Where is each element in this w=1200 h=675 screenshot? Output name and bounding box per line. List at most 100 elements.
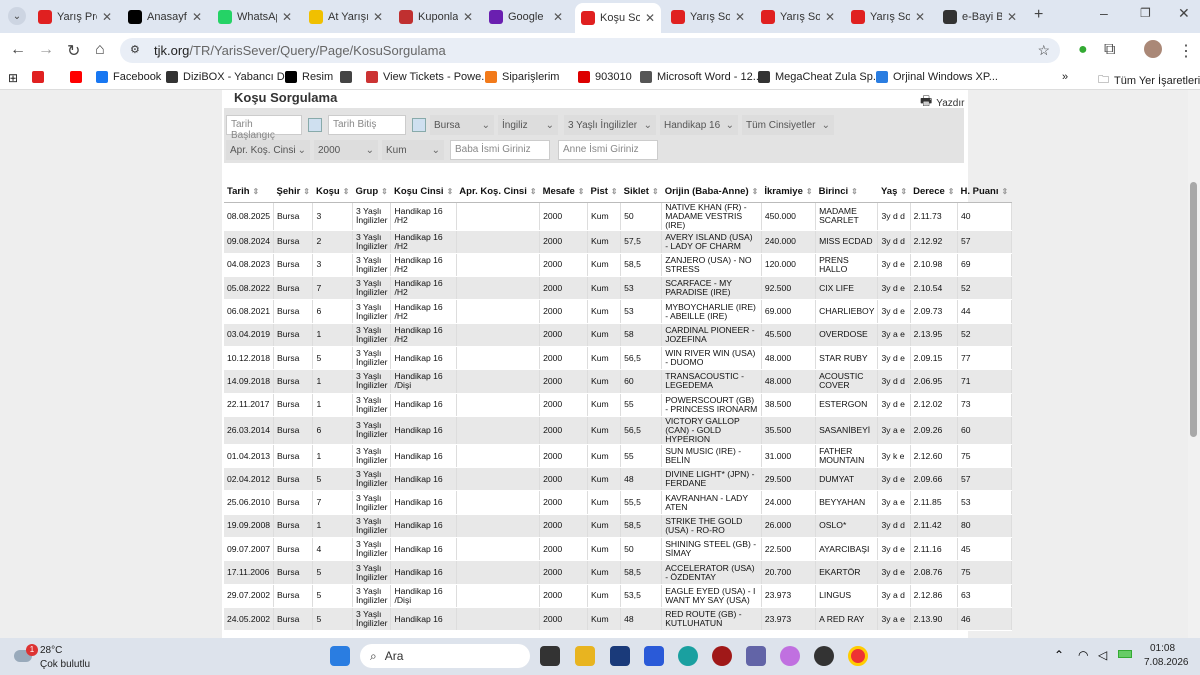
browser-tab[interactable]: Yarış Sor ✕: [665, 4, 751, 30]
column-header[interactable]: Siklet ⇕: [620, 182, 662, 203]
tab-search-button[interactable]: ⌄: [8, 7, 26, 25]
column-header[interactable]: Orijin (Baba-Anne) ⇕: [661, 182, 762, 203]
teams-icon[interactable]: [746, 646, 766, 666]
app-red-icon[interactable]: [712, 646, 732, 666]
table-row[interactable]: 17.11.2006 Bursa 5 3 Yaşlı İngilizler Handik…: [224, 560, 1012, 585]
apr-type-select[interactable]: Apr. Koş. Cinsi ⌄: [226, 140, 310, 160]
bookmark-item[interactable]: MegaCheat Zula Sp...: [758, 71, 882, 83]
bookmark-item[interactable]: 903010: [578, 71, 632, 83]
file-explorer-icon[interactable]: [575, 646, 595, 666]
close-tab-icon[interactable]: ✕: [463, 10, 473, 24]
column-header[interactable]: Birinci ⇕: [815, 182, 878, 203]
all-bookmarks-folder[interactable]: 🗀 Tüm Yer İşaretleri: [1098, 71, 1200, 90]
column-header[interactable]: Tarih ⇕: [224, 182, 274, 203]
bookmark-item[interactable]: View Tickets - Powe...: [366, 71, 490, 83]
browser-tab[interactable]: Yarış Sor ✕: [845, 4, 931, 30]
table-row[interactable]: 02.04.2012 Bursa 5 3 Yaşlı İngilizler Handik…: [224, 467, 1012, 492]
page-scrollbar[interactable]: [1188, 90, 1200, 638]
browser-tab[interactable]: Yarış Sor ✕: [755, 4, 841, 30]
browser-tab[interactable]: Google ✕: [483, 4, 569, 30]
group-select[interactable]: 3 Yaşlı İngilizler ⌄: [564, 115, 656, 135]
track-select[interactable]: Kum ⌄: [382, 140, 444, 160]
bookmark-item[interactable]: Facebook: [96, 71, 161, 83]
extensions-puzzle-icon[interactable]: ⧉: [1104, 41, 1115, 59]
battery-icon[interactable]: [1118, 650, 1132, 658]
site-info-icon[interactable]: ⚙: [130, 43, 140, 56]
new-tab-button[interactable]: +: [1034, 6, 1043, 24]
address-bar[interactable]: ⚙ tjk.org/TR/YarisSever/Query/Page/KosuS…: [120, 38, 1060, 63]
breed-select[interactable]: İngiliz ⌄: [498, 115, 558, 135]
chrome-icon[interactable]: [848, 646, 868, 666]
browser-tab[interactable]: e-Bayi B ✕: [937, 4, 1023, 30]
close-tab-icon[interactable]: ✕: [1007, 10, 1017, 24]
table-row[interactable]: 08.08.2025 Bursa 3 3 Yaşlı İngilizler Handik…: [224, 202, 1012, 231]
table-row[interactable]: 04.08.2023 Bursa 3 3 Yaşlı İngilizler Handik…: [224, 253, 1012, 278]
table-row[interactable]: 24.05.2002 Bursa 5 3 Yaşlı İngilizler Handik…: [224, 607, 1012, 632]
table-row[interactable]: 14.09.2018 Bursa 1 3 Yaşlı İngilizler Handik…: [224, 369, 1012, 394]
column-header[interactable]: Pist ⇕: [587, 182, 621, 203]
browser-tab[interactable]: Koşu Sor ✕: [575, 3, 661, 33]
scrollbar-thumb[interactable]: [1190, 182, 1197, 437]
wordpress-icon[interactable]: [814, 646, 834, 666]
table-row[interactable]: 19.09.2008 Bursa 1 3 Yaşlı İngilizler Handik…: [224, 514, 1012, 539]
bookmark-star-icon[interactable]: ☆: [1037, 42, 1050, 59]
back-icon[interactable]: ←: [10, 41, 26, 59]
column-header[interactable]: İkramiye ⇕: [761, 182, 816, 203]
menu-icon[interactable]: ⋮: [1178, 41, 1194, 61]
clock-time[interactable]: 01:08: [1150, 643, 1175, 654]
table-row[interactable]: 05.08.2022 Bursa 7 3 Yaşlı İngilizler Handik…: [224, 276, 1012, 301]
bookmark-item[interactable]: [32, 71, 49, 83]
calendar-icon[interactable]: [308, 118, 322, 132]
close-tab-icon[interactable]: ✕: [282, 10, 292, 24]
end-date-input[interactable]: Tarih Bitiş: [328, 115, 406, 135]
wifi-icon[interactable]: ◠: [1078, 648, 1088, 662]
close-tab-icon[interactable]: ✕: [553, 10, 563, 24]
calendar-icon[interactable]: [412, 118, 426, 132]
table-row[interactable]: 09.08.2024 Bursa 2 3 Yaşlı İngilizler Handik…: [224, 230, 1012, 254]
windows-start-icon[interactable]: [330, 646, 350, 666]
bookmark-item[interactable]: [70, 71, 87, 83]
volume-icon[interactable]: ◁: [1098, 648, 1107, 662]
task-view-icon[interactable]: [540, 646, 560, 666]
close-tab-icon[interactable]: ✕: [102, 10, 112, 24]
distance-select[interactable]: 2000 ⌄: [314, 140, 378, 160]
table-row[interactable]: 01.04.2013 Bursa 1 3 Yaşlı İngilizler Handik…: [224, 444, 1012, 469]
reload-icon[interactable]: ↻: [67, 41, 80, 61]
close-tab-icon[interactable]: ✕: [192, 10, 202, 24]
clock-date[interactable]: 7.08.2026: [1144, 657, 1189, 668]
table-row[interactable]: 25.06.2010 Bursa 7 3 Yaşlı İngilizler Handik…: [224, 490, 1012, 515]
table-row[interactable]: 22.11.2017 Bursa 1 3 Yaşlı İngilizler Handik…: [224, 393, 1012, 417]
start-date-input[interactable]: Tarih Başlangıç: [226, 115, 302, 141]
column-header[interactable]: Mesafe ⇕: [539, 182, 588, 203]
table-row[interactable]: 29.07.2002 Bursa 5 3 Yaşlı İngilizler Handik…: [224, 584, 1012, 608]
store-icon[interactable]: [644, 646, 664, 666]
bookmark-item[interactable]: Microsoft Word - 12...: [640, 71, 762, 83]
close-tab-icon[interactable]: ✕: [915, 10, 925, 24]
copilot-icon[interactable]: [780, 646, 800, 666]
table-row[interactable]: 09.07.2007 Bursa 4 3 Yaşlı İngilizler Handik…: [224, 537, 1012, 562]
profile-avatar[interactable]: [1144, 40, 1162, 58]
browser-tab[interactable]: Kuponlar ✕: [393, 4, 479, 30]
table-row[interactable]: 10.12.2018 Bursa 5 3 Yaşlı İngilizler Handik…: [224, 346, 1012, 371]
bookmark-item[interactable]: DiziBOX - Yabancı D...: [166, 71, 294, 83]
column-header[interactable]: Koşu Cinsi ⇕: [390, 182, 457, 203]
app-b-icon[interactable]: [610, 646, 630, 666]
column-header[interactable]: H. Puanı ⇕: [957, 182, 1012, 203]
home-icon[interactable]: ⌂: [95, 41, 105, 59]
bookmark-item[interactable]: Resim: [285, 71, 333, 83]
column-header[interactable]: Yaş ⇕: [877, 182, 911, 203]
column-header[interactable]: Apr. Koş. Cinsi ⇕: [456, 182, 540, 203]
weather-widget[interactable]: 1 28°C Çok bulutlu: [12, 642, 102, 672]
extension-icon[interactable]: ●: [1078, 41, 1088, 59]
minimize-button[interactable]: –: [1100, 5, 1108, 21]
close-window-button[interactable]: ✕: [1178, 5, 1190, 22]
city-select[interactable]: Bursa ⌄: [430, 115, 494, 135]
column-header[interactable]: Derece ⇕: [910, 182, 958, 203]
browser-tab[interactable]: Yarış Pro ✕: [32, 4, 118, 30]
column-header[interactable]: Şehir ⇕: [273, 182, 313, 203]
tray-chevron-icon[interactable]: ⌃: [1054, 648, 1064, 662]
close-tab-icon[interactable]: ✕: [373, 10, 383, 24]
bookmark-item[interactable]: [340, 71, 357, 83]
table-row[interactable]: 26.03.2014 Bursa 6 3 Yaşlı İngilizler Handik…: [224, 416, 1012, 445]
browser-tab[interactable]: WhatsApp ✕: [212, 4, 298, 30]
